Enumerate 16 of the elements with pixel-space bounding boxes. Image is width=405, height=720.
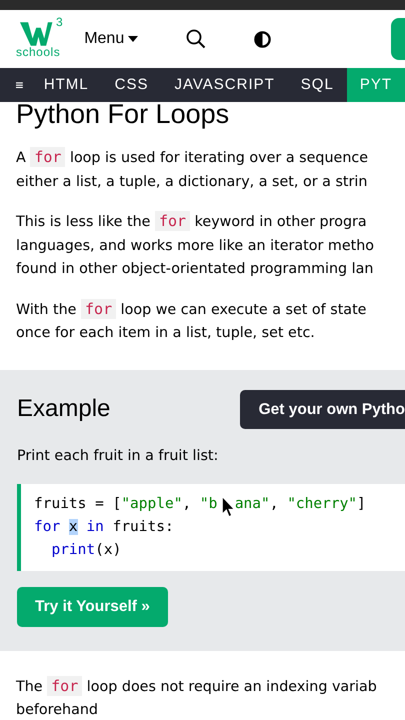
paragraph: With the for loop we can execute a set of state once for each item in a list, tuple, set etc. [16,298,368,343]
search-icon[interactable] [186,29,206,49]
paragraph: The for loop does not require an indexing variab beforehand [16,674,378,720]
logo-wordmark: schools [16,46,60,58]
get-python-button[interactable]: Get your own Pytho [240,390,405,429]
code-block: fruits = ["apple", "b ana", "cherry"] for x in fruits: print(x) [17,484,405,572]
example-caption: Print each fruit in a fruit list: [17,446,220,466]
paragraph: A for loop is used for iterating over a sequence either a list, a tuple, a dictionary, a set, or a strin [16,146,370,192]
example-heading: Example [17,394,110,424]
caret-icon [128,36,138,42]
menu-button[interactable]: Menu [84,27,138,51]
logo-superscript: 3 [56,14,63,31]
contrast-icon[interactable] [254,30,272,48]
nav-tab[interactable]: SQL [288,68,347,102]
header-button[interactable] [391,18,405,60]
paragraph: This is less like the for keyword in other progra languages, and works more like an iterator metho found in other object-orientated programming lan [16,210,376,279]
